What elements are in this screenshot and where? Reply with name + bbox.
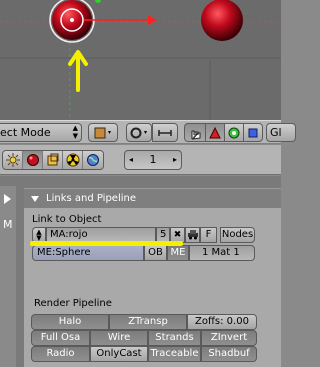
zoffs-field[interactable]: Zoffs: 0.00 [187,314,257,330]
link-to-object-button[interactable]: OB [144,245,167,261]
object-context-button[interactable] [43,151,63,169]
material-ball-icon [26,154,39,166]
radiation-icon [66,153,79,167]
link-to-mesh-button[interactable]: ME [167,245,189,261]
scale-mode-button[interactable] [243,123,263,142]
sun-icon [5,153,20,167]
pivot-icon [130,127,147,139]
collapse-triangle-icon[interactable] [31,196,39,202]
manipulator-toggle-button[interactable] [184,123,206,142]
globe-icon [87,154,99,166]
draw-type-button[interactable] [88,123,118,142]
3d-view-header: ect Mode ▲ ▼ Gl [0,120,296,144]
context-button-group [2,150,104,170]
ztransp-toggle[interactable]: ZTransp [109,314,187,330]
halo-toggle[interactable]: Halo [31,314,109,330]
mode-select[interactable]: ect Mode ▲ ▼ [0,123,82,142]
logic-context-button[interactable] [3,151,23,169]
frame-decrement-icon[interactable]: ◂ [129,151,133,169]
frame-number-value: 1 [149,153,157,166]
shading-context-button[interactable] [23,151,43,169]
other-sphere[interactable] [201,0,243,41]
align-button[interactable] [152,123,178,142]
x-manipulator-arrow-icon[interactable] [148,15,157,25]
side-tabs: M [0,186,16,367]
dropdown-arrows-icon: ▲ ▼ [72,124,78,140]
material-index-field[interactable]: 1 Mat 1 [189,245,255,261]
wire-toggle[interactable]: Wire [90,330,148,346]
expand-tab-icon[interactable] [4,194,11,204]
draw-type-icon [94,127,111,139]
radio-toggle[interactable]: Radio [31,346,90,362]
car-icon [187,230,198,240]
circle-icon [228,127,240,139]
panel-title: Links and Pipeline [46,193,136,204]
triangle-icon [209,126,221,139]
3d-viewport[interactable] [0,0,281,120]
physics-context-button[interactable] [63,151,83,169]
square-icon [248,128,258,138]
world-context-button[interactable] [83,151,103,169]
links-and-pipeline-panel: Links and Pipeline Link to Object ▲ ▼ MA:… [24,188,281,367]
zinvert-toggle[interactable]: ZInvert [201,330,257,346]
orientation-select[interactable]: Gl [266,123,296,142]
mode-select-label: ect Mode [0,126,51,139]
mesh-name-field[interactable]: ME:Sphere [32,245,144,261]
side-tab-label[interactable]: M [3,218,13,231]
fake-user-button[interactable]: F [200,227,217,243]
panel-header[interactable]: Links and Pipeline [24,188,281,208]
y-manipulator-handle-icon[interactable] [95,0,101,3]
auto-material-button[interactable] [185,227,200,243]
rotate-mode-button[interactable] [224,123,244,142]
object-center-dot [70,18,74,22]
frame-increment-icon[interactable]: ▸ [173,151,177,169]
link-to-object-label: Link to Object [32,214,102,225]
translate-mode-button[interactable] [205,123,225,142]
render-pipeline-label: Render Pipeline [34,298,112,309]
material-index-value: 1 Mat 1 [202,247,240,258]
strands-button[interactable]: Strands [148,330,201,346]
full-osa-toggle[interactable]: Full Osa [31,330,90,346]
only-cast-toggle[interactable]: OnlyCast [90,346,148,362]
pivot-button[interactable] [126,123,152,142]
buttons-window-body: M Links and Pipeline Link to Object ▲ ▼ M… [0,176,281,367]
buttons-window-header: ◂ 1 ▸ [0,145,281,175]
annotation-underline [30,241,183,246]
traceable-toggle[interactable]: Traceable [148,346,201,362]
nodes-button[interactable]: Nodes [220,227,255,243]
object-cube-icon [47,153,58,166]
shadbuf-toggle[interactable]: Shadbuf [201,346,257,362]
align-icon [158,130,172,136]
viewport-scene [0,0,281,120]
hand-icon [191,130,201,140]
frame-number-field[interactable]: ◂ 1 ▸ [124,150,182,170]
orientation-label: Gl [270,126,282,139]
